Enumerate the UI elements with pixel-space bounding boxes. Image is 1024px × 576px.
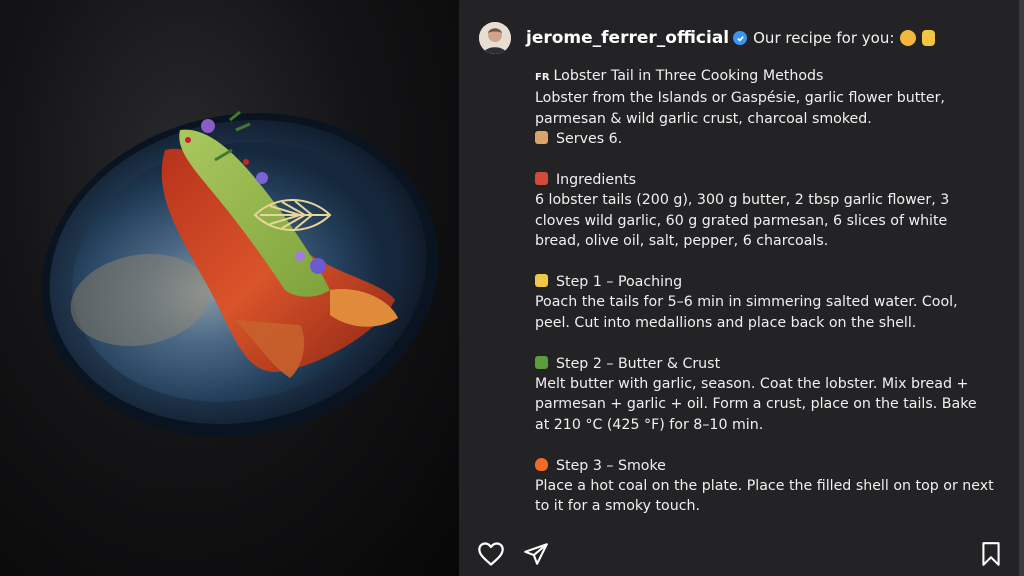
fire-emoji-icon: [535, 457, 548, 471]
heart-icon: [478, 542, 504, 566]
herb-emoji-icon: [535, 355, 548, 369]
like-button[interactable]: [477, 541, 505, 571]
step1-heading: Step 1 – Poaching: [556, 274, 683, 291]
save-button[interactable]: [979, 541, 1003, 571]
share-button[interactable]: [523, 541, 549, 571]
serves-text: Serves 6.: [556, 131, 623, 148]
ingredients-heading-line: Ingredients: [535, 170, 995, 190]
post-header: jerome_ferrer_official Our recipe for yo…: [479, 18, 1009, 58]
step3-text: Place a hot coal on the plate. Place the…: [535, 478, 994, 515]
post-details-panel: jerome_ferrer_official Our recipe for yo…: [459, 0, 1019, 576]
verified-badge-icon: [733, 31, 748, 45]
lobster-emoji-icon: [535, 172, 548, 186]
step1-heading-line: Step 1 – Poaching: [535, 272, 995, 292]
step2-heading: Step 2 – Butter & Crust: [556, 355, 721, 372]
post-actions-bar: [477, 539, 1007, 573]
post-caption: FR Lobster Tail in Three Cooking Methods …: [535, 66, 995, 517]
step3-heading: Step 3 – Smoke: [556, 457, 666, 474]
avatar[interactable]: [479, 22, 511, 54]
bookmark-icon: [982, 542, 1000, 566]
serves-line: Serves 6.: [535, 129, 995, 149]
recipe-title-line: FR Lobster Tail in Three Cooking Methods: [535, 66, 995, 88]
step2-text: Melt butter with garlic, season. Coat th…: [535, 376, 977, 433]
smiling-emoji-icon: [900, 30, 917, 46]
username-link[interactable]: jerome_ferrer_official: [526, 28, 729, 48]
step3-heading-line: Step 3 – Smoke: [535, 456, 995, 476]
recipe-title: Lobster Tail in Three Cooking Methods: [553, 68, 824, 84]
step1-text: Poach the tails for 5–6 min in simmering…: [535, 294, 958, 331]
header-caption-text: Our recipe for you:: [753, 29, 895, 47]
ok-hand-emoji-icon: [922, 30, 936, 46]
post-image[interactable]: [0, 0, 459, 576]
paper-plane-icon: [524, 543, 548, 565]
lobster-dish-image: [41, 110, 439, 437]
ingredients-text: 6 lobster tails (200 g), 300 g butter, 2…: [535, 192, 950, 250]
recipe-subtitle: Lobster from the Islands or Gaspésie, ga…: [535, 90, 945, 127]
window-edge: [1019, 0, 1024, 576]
flag-label: FR: [535, 72, 550, 83]
butter-emoji-icon: [535, 274, 548, 288]
chef-emoji-icon: [535, 131, 548, 145]
ingredients-heading: Ingredients: [556, 172, 637, 189]
step2-heading-line: Step 2 – Butter & Crust: [535, 354, 995, 374]
